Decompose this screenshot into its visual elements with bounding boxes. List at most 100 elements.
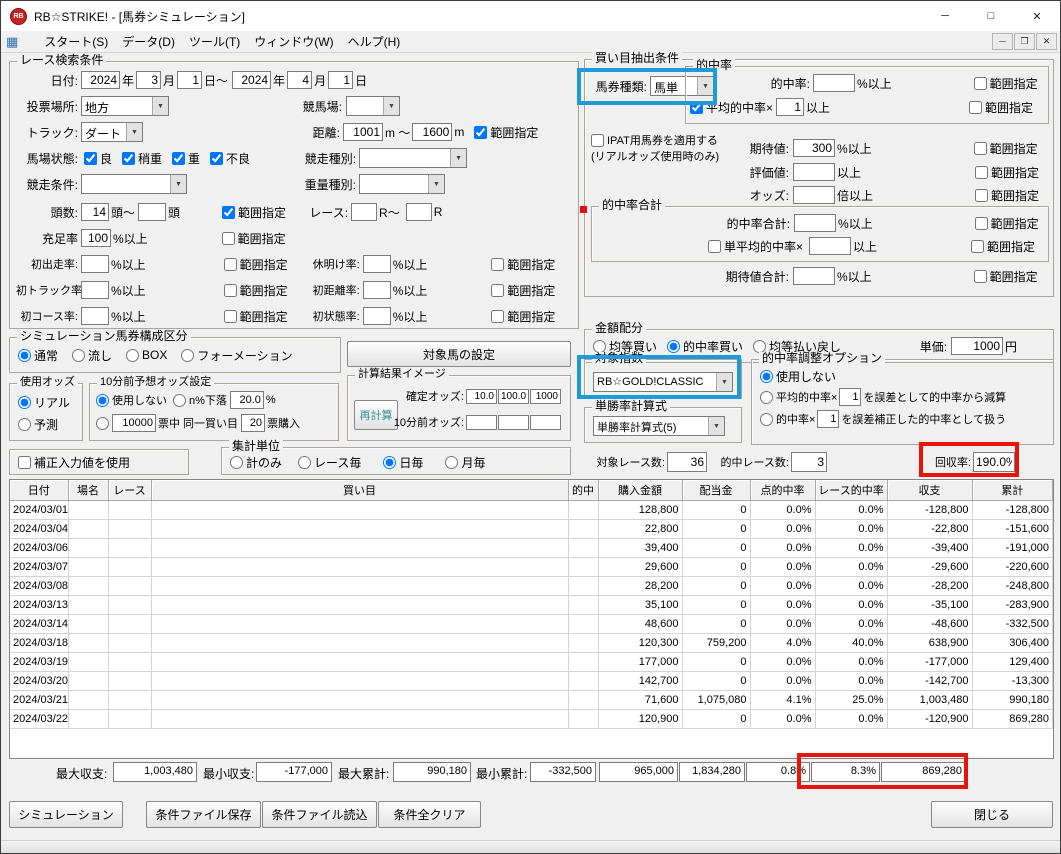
date-from-day-input[interactable] bbox=[177, 71, 202, 89]
avg-hit-rate-input[interactable] bbox=[776, 98, 804, 116]
column-header[interactable]: 日付 bbox=[10, 480, 68, 500]
first-track-input[interactable] bbox=[81, 281, 109, 299]
range-checkbox[interactable]: 範囲指定 bbox=[474, 124, 538, 141]
menu-window[interactable]: ウィンドウ(W) bbox=[247, 30, 340, 53]
going-bad-checkbox[interactable]: 不良 bbox=[210, 150, 250, 167]
range-checkbox[interactable]: 範囲指定 bbox=[971, 238, 1035, 255]
first-run-input[interactable] bbox=[81, 255, 109, 273]
table-row[interactable]: 2024/03/20142,70000.0%0.0%-142,700-13,30… bbox=[10, 671, 1053, 690]
table-row[interactable]: 2024/03/0639,40000.0%0.0%-39,400-191,000 bbox=[10, 538, 1053, 557]
menu-data[interactable]: データ(D) bbox=[115, 30, 182, 53]
agg-total-only-radio[interactable]: 計のみ bbox=[230, 454, 282, 471]
mdi-minimize-button[interactable]: － bbox=[992, 33, 1013, 50]
range-checkbox[interactable]: 範囲指定 bbox=[975, 215, 1039, 232]
pre10-drop-radio[interactable]: n%下落 bbox=[173, 392, 227, 408]
table-row[interactable]: 2024/03/22120,90000.0%0.0%-120,900869,28… bbox=[10, 709, 1053, 728]
range-checkbox[interactable]: 範囲指定 bbox=[491, 256, 555, 273]
unit-price-input[interactable] bbox=[951, 337, 1003, 355]
rest-input[interactable] bbox=[363, 255, 391, 273]
column-header[interactable]: レース bbox=[108, 480, 151, 500]
fixed-odds-input-3[interactable] bbox=[530, 389, 561, 404]
menu-file[interactable] bbox=[23, 39, 37, 45]
clear-condition-button[interactable]: 条件全クリア bbox=[378, 801, 481, 828]
column-header[interactable]: 収支 bbox=[887, 480, 972, 500]
table-row[interactable]: 2024/03/0729,60000.0%0.0%-29,600-220,600 bbox=[10, 557, 1053, 576]
expect-input[interactable] bbox=[793, 139, 835, 157]
pre10-buy-input[interactable] bbox=[241, 414, 265, 432]
range-checkbox[interactable]: 範囲指定 bbox=[491, 282, 555, 299]
mdi-restore-button[interactable]: ❐ bbox=[1014, 33, 1035, 50]
save-condition-button[interactable]: 条件ファイル保存 bbox=[146, 801, 261, 828]
fill-rate-input[interactable] bbox=[81, 229, 111, 247]
track-select[interactable]: ダート ▼ bbox=[81, 122, 143, 142]
agg-per-race-radio[interactable]: レース毎 bbox=[298, 454, 361, 471]
date-to-month-input[interactable] bbox=[287, 71, 312, 89]
first-going-input[interactable] bbox=[363, 307, 391, 325]
hit-adjust-rate-radio[interactable]: 的中率× bbox=[760, 411, 815, 427]
column-header[interactable]: 配当金 bbox=[682, 480, 750, 500]
odds-input[interactable] bbox=[793, 186, 835, 204]
distance-to-input[interactable] bbox=[412, 123, 452, 141]
range-checkbox[interactable]: 範囲指定 bbox=[974, 268, 1038, 285]
first-course-input[interactable] bbox=[81, 307, 109, 325]
column-header[interactable]: レース的中率 bbox=[815, 480, 887, 500]
pre-odds-input-1[interactable] bbox=[466, 415, 497, 430]
hit-rate-sum-input[interactable] bbox=[794, 214, 836, 232]
pre10-votes-radio[interactable] bbox=[96, 417, 112, 430]
pre-odds-input-3[interactable] bbox=[530, 415, 561, 430]
weight-type-select[interactable]: ▼ bbox=[359, 174, 445, 194]
sim-type-box-radio[interactable]: BOX bbox=[126, 348, 167, 362]
range-checkbox[interactable]: 範囲指定 bbox=[969, 99, 1033, 116]
first-dist-input[interactable] bbox=[363, 281, 391, 299]
table-row[interactable]: 2024/03/19177,00000.0%0.0%-177,000129,40… bbox=[10, 652, 1053, 671]
recovery-rate-input[interactable] bbox=[973, 452, 1015, 472]
date-to-day-input[interactable] bbox=[328, 71, 353, 89]
table-row[interactable]: 2024/03/0828,20000.0%0.0%-28,200-248,800 bbox=[10, 576, 1053, 595]
distance-from-input[interactable] bbox=[343, 123, 383, 141]
pre10-none-radio[interactable]: 使用しない bbox=[96, 392, 167, 408]
odds-real-radio[interactable]: リアル bbox=[18, 394, 70, 411]
table-row[interactable]: 2024/03/18120,300759,2004.0%40.0%638,900… bbox=[10, 633, 1053, 652]
agg-daily-radio[interactable]: 日毎 bbox=[383, 454, 423, 471]
range-checkbox[interactable]: 範囲指定 bbox=[224, 256, 288, 273]
odds-predict-radio[interactable]: 予測 bbox=[18, 416, 58, 433]
hit-adjust-rate-input[interactable] bbox=[817, 410, 839, 428]
heads-to-input[interactable] bbox=[138, 203, 166, 221]
mdi-close-button[interactable]: ✕ bbox=[1036, 33, 1057, 50]
eval-input[interactable] bbox=[793, 163, 835, 181]
range-checkbox[interactable]: 範囲指定 bbox=[974, 75, 1038, 92]
hit-rate-input[interactable] bbox=[813, 74, 855, 92]
column-header[interactable]: 累計 bbox=[972, 480, 1053, 500]
race-type-select[interactable]: ▼ bbox=[359, 148, 467, 168]
column-header[interactable]: 的中 bbox=[568, 480, 598, 500]
going-slightly-heavy-checkbox[interactable]: 稍重 bbox=[122, 150, 162, 167]
results-table[interactable]: 日付場名レース買い目的中購入金額配当金点的中率レース的中率収支累計 2024/0… bbox=[9, 479, 1054, 759]
table-row[interactable]: 2024/03/1448,60000.0%0.0%-48,600-332,500 bbox=[10, 614, 1053, 633]
date-from-year-input[interactable] bbox=[81, 71, 120, 89]
going-heavy-checkbox[interactable]: 重 bbox=[172, 150, 200, 167]
correction-checkbox[interactable]: 補正入力値を使用 bbox=[18, 454, 130, 471]
date-from-month-input[interactable] bbox=[136, 71, 161, 89]
hit-adjust-none-radio[interactable]: 使用しない bbox=[760, 368, 836, 385]
sim-type-nagashi-radio[interactable]: 流し bbox=[72, 347, 112, 364]
load-condition-button[interactable]: 条件ファイル読込 bbox=[262, 801, 377, 828]
table-row[interactable]: 2024/03/2171,6001,075,0804.1%25.0%1,003,… bbox=[10, 690, 1053, 709]
pre-odds-input-2[interactable] bbox=[498, 415, 529, 430]
column-header[interactable]: 場名 bbox=[68, 480, 108, 500]
heads-from-input[interactable] bbox=[81, 203, 109, 221]
going-good-checkbox[interactable]: 良 bbox=[84, 150, 112, 167]
place-select[interactable]: 地方 ▼ bbox=[81, 96, 169, 116]
menu-help[interactable]: ヘルプ(H) bbox=[341, 30, 408, 53]
avg-hit-rate-checkbox[interactable]: 平均的中率× bbox=[690, 99, 773, 116]
pre10-drop-input[interactable] bbox=[230, 391, 264, 409]
close-button[interactable]: 閉じる bbox=[931, 801, 1053, 828]
range-checkbox[interactable]: 範囲指定 bbox=[975, 187, 1039, 204]
hit-races-input[interactable] bbox=[791, 452, 827, 472]
target-races-input[interactable] bbox=[667, 452, 707, 472]
sim-type-normal-radio[interactable]: 通常 bbox=[18, 347, 58, 364]
range-checkbox[interactable]: 範囲指定 bbox=[975, 164, 1039, 181]
column-header[interactable]: 購入金額 bbox=[598, 480, 682, 500]
hit-adjust-avg-input[interactable] bbox=[839, 388, 861, 406]
pre10-votes-input[interactable] bbox=[112, 414, 156, 432]
date-to-year-input[interactable] bbox=[232, 71, 271, 89]
